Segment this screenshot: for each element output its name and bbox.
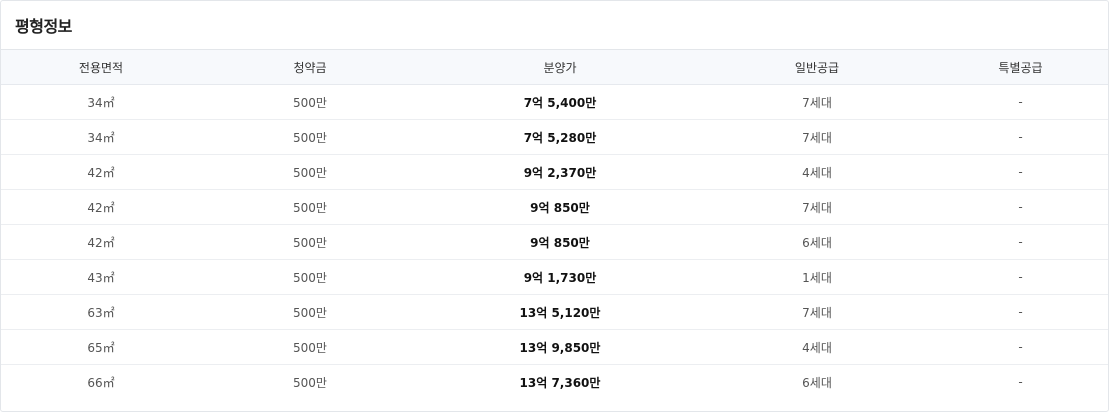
- cell-special-supply: -: [933, 119, 1108, 155]
- cell-subscription-deposit: 500만: [201, 294, 419, 330]
- header-special-supply: 특별공급: [933, 50, 1108, 85]
- cell-sale-price: 7억 5,280만: [419, 119, 701, 155]
- cell-sale-price: 9억 850만: [419, 224, 701, 260]
- cell-exclusive-area: 42㎡: [1, 224, 201, 260]
- header-row: 전용면적 청약금 분양가 일반공급 특별공급: [1, 50, 1108, 85]
- cell-subscription-deposit: 500만: [201, 154, 419, 190]
- cell-special-supply: -: [933, 259, 1108, 295]
- panel-title: 평형정보: [15, 17, 72, 36]
- table-row: 34㎡ 500만 7억 5,400만 7세대 -: [1, 84, 1108, 120]
- table-header: 전용면적 청약금 분양가 일반공급 특별공급: [1, 50, 1108, 85]
- cell-exclusive-area: 65㎡: [1, 329, 201, 365]
- table-row: 34㎡ 500만 7억 5,280만 7세대 -: [1, 119, 1108, 155]
- cell-subscription-deposit: 500만: [201, 224, 419, 260]
- table-row: 42㎡ 500만 9억 2,370만 4세대 -: [1, 154, 1108, 190]
- cell-subscription-deposit: 500만: [201, 189, 419, 225]
- cell-general-supply: 6세대: [701, 224, 933, 260]
- table-row: 63㎡ 500만 13억 5,120만 7세대 -: [1, 294, 1108, 330]
- cell-special-supply: -: [933, 294, 1108, 330]
- table-row: 66㎡ 500만 13억 7,360만 6세대 -: [1, 365, 1108, 400]
- cell-general-supply: 7세대: [701, 189, 933, 225]
- pyeong-info-panel: 평형정보 전용면적 청약금 분양가 일반공급 특별공급 34㎡ 500만 7억 5,…: [0, 0, 1109, 412]
- header-exclusive-area: 전용면적: [1, 50, 201, 85]
- cell-general-supply: 6세대: [802, 375, 832, 390]
- cell-general-supply: 1세대: [701, 259, 933, 295]
- cell-exclusive-area: 66㎡: [87, 375, 115, 390]
- cell-special-supply: -: [933, 329, 1108, 365]
- cell-exclusive-area: 34㎡: [1, 84, 201, 120]
- cell-sale-price: 9억 850만: [419, 189, 701, 225]
- cell-subscription-deposit: 500만: [201, 329, 419, 365]
- table-row: 43㎡ 500만 9억 1,730만 1세대 -: [1, 259, 1108, 295]
- cell-general-supply: 7세대: [701, 84, 933, 120]
- table-row: 42㎡ 500만 9억 850만 6세대 -: [1, 224, 1108, 260]
- cell-sale-price: 13억 7,360만: [519, 375, 601, 390]
- cell-subscription-deposit: 500만: [201, 84, 419, 120]
- cell-general-supply: 4세대: [701, 154, 933, 190]
- cell-exclusive-area: 43㎡: [1, 259, 201, 295]
- cell-general-supply: 7세대: [701, 119, 933, 155]
- panel-header: 평형정보: [1, 1, 1108, 50]
- cell-sale-price: 13억 5,120만: [419, 294, 701, 330]
- cell-exclusive-area: 34㎡: [1, 119, 201, 155]
- table-body: 34㎡ 500만 7억 5,400만 7세대 -34㎡ 500만 7억 5,280만 7세대 -…: [1, 84, 1108, 400]
- cell-exclusive-area: 42㎡: [1, 189, 201, 225]
- cell-subscription-deposit: 500만: [293, 375, 327, 390]
- table-row: 42㎡ 500만 9억 850만 7세대 -: [1, 189, 1108, 225]
- cell-subscription-deposit: 500만: [201, 119, 419, 155]
- header-sale-price: 분양가: [419, 50, 701, 85]
- unit-info-table: 전용면적 청약금 분양가 일반공급 특별공급 34㎡ 500만 7억 5,400만 7…: [1, 50, 1108, 399]
- table-row: 65㎡ 500만 13억 9,850만 4세대 -: [1, 329, 1108, 365]
- cell-sale-price: 7억 5,400만: [419, 84, 701, 120]
- cell-exclusive-area: 42㎡: [1, 154, 201, 190]
- cell-special-supply: -: [933, 84, 1108, 120]
- header-subscription-deposit: 청약금: [201, 50, 419, 85]
- cell-sale-price: 13억 9,850만: [419, 329, 701, 365]
- cell-sale-price: 9억 2,370만: [419, 154, 701, 190]
- cell-special-supply: -: [933, 154, 1108, 190]
- cell-sale-price: 9억 1,730만: [419, 259, 701, 295]
- cell-special-supply: -: [1018, 375, 1023, 389]
- cell-special-supply: -: [933, 189, 1108, 225]
- cell-general-supply: 7세대: [701, 294, 933, 330]
- header-general-supply: 일반공급: [701, 50, 933, 85]
- cell-exclusive-area: 63㎡: [1, 294, 201, 330]
- cell-special-supply: -: [933, 224, 1108, 260]
- cell-general-supply: 4세대: [701, 329, 933, 365]
- cell-subscription-deposit: 500만: [201, 259, 419, 295]
